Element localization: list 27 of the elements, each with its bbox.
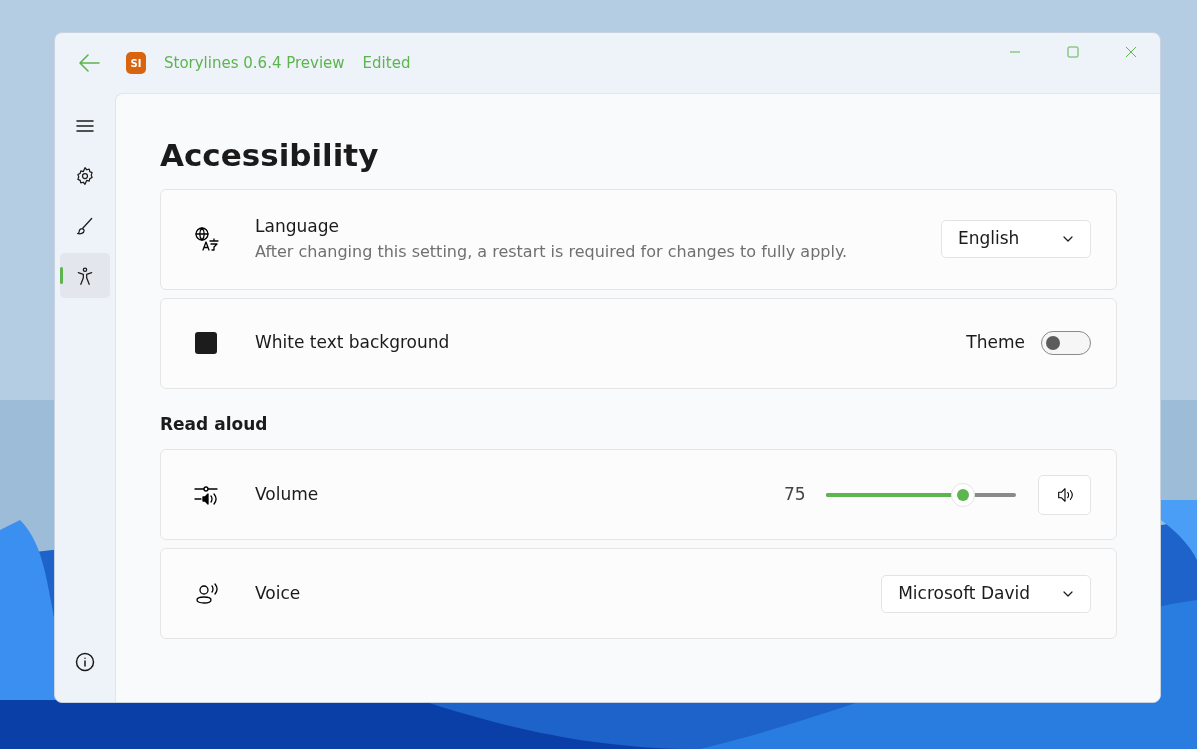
setting-label: Voice (255, 581, 302, 605)
toggle-switch[interactable] (1041, 331, 1091, 355)
language-icon (194, 226, 220, 252)
info-icon (75, 652, 95, 672)
page-title: Accessibility (160, 136, 380, 175)
setting-label: Language (255, 215, 340, 239)
speaker-icon (1055, 485, 1074, 504)
settings-icon (75, 165, 95, 186)
maximize-icon (1067, 46, 1079, 58)
brush-icon (75, 215, 95, 236)
close-icon (1125, 46, 1137, 58)
square-icon (194, 331, 218, 355)
app-logo: SI (126, 52, 146, 74)
dropdown[interactable]: Microsoft David (881, 574, 1091, 613)
volume-reading: 75 (784, 482, 807, 506)
sidebar-item[interactable] (60, 253, 110, 298)
setting-label: White text background (255, 331, 451, 355)
edited-status: Edited (362, 52, 411, 74)
setting-description: After changing this setting, a restart is required for changes to fully apply. (255, 240, 849, 263)
dropdown[interactable]: English (941, 220, 1091, 258)
speaker-button[interactable] (1038, 474, 1091, 515)
window-title: Storylines 0.6.4 Preview (164, 52, 345, 74)
section-heading: Read aloud (160, 412, 269, 436)
setting-label: Volume (255, 482, 320, 506)
volume-slider[interactable] (826, 482, 1016, 507)
accessibility-icon (75, 265, 95, 286)
toggle-label: Theme (966, 331, 1025, 355)
